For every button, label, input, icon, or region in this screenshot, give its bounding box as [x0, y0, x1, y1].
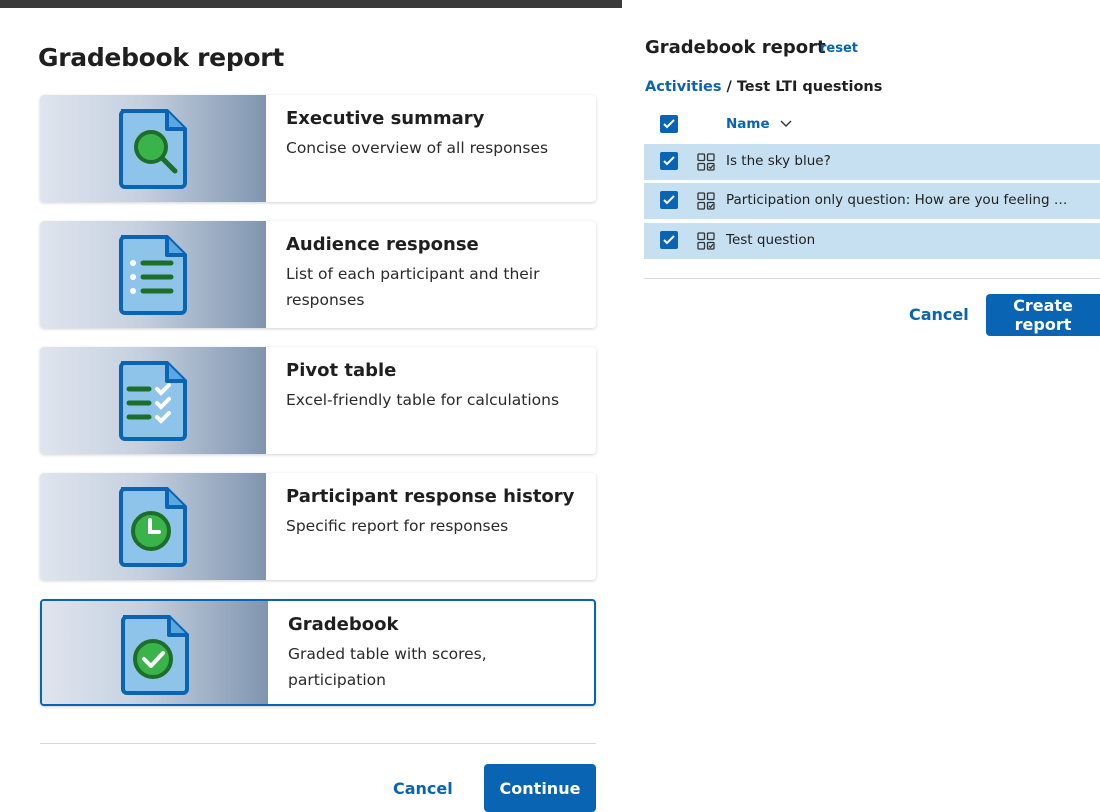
- card-illustration: [40, 473, 266, 580]
- chevron-down-icon: [780, 120, 792, 127]
- breadcrumb-separator: /: [726, 79, 732, 95]
- panel-title: Gradebook report: [645, 37, 826, 58]
- card-description: Excel-friendly table for calculations: [286, 391, 560, 409]
- create-report-button[interactable]: Create report: [986, 294, 1100, 336]
- breadcrumb-current: Test LTI questions: [736, 79, 883, 95]
- table-row[interactable]: Test question: [644, 223, 1100, 259]
- card-description: List of each participant and their respo…: [286, 265, 540, 309]
- card-illustration: [42, 601, 268, 704]
- checkmark-icon: [663, 195, 675, 205]
- list-document-icon: [119, 235, 187, 315]
- continue-button[interactable]: Continue: [484, 764, 596, 812]
- card-participant-response-history[interactable]: Participant response history Specific re…: [40, 473, 596, 580]
- checkmark-icon: [663, 235, 675, 245]
- question-type-icon: [697, 153, 715, 171]
- window-top-bar: [0, 0, 622, 8]
- question-type-icon: [697, 232, 715, 250]
- card-description: Specific report for responses: [286, 517, 509, 535]
- card-title: Audience response: [286, 234, 479, 255]
- select-all-checkbox[interactable]: [660, 115, 678, 133]
- cancel-button[interactable]: Cancel: [393, 779, 453, 798]
- magnifier-document-icon: [119, 109, 187, 189]
- card-title: Executive summary: [286, 108, 485, 129]
- check-document-icon: [121, 615, 189, 695]
- row-checkbox[interactable]: [660, 152, 678, 170]
- dialog-title: Gradebook report: [38, 43, 284, 72]
- clock-document-icon: [119, 487, 187, 567]
- name-column-label: Name: [726, 116, 770, 132]
- question-name: Test question: [726, 232, 816, 248]
- reset-link[interactable]: reset: [820, 41, 858, 56]
- checkmark-icon: [663, 156, 675, 166]
- breadcrumb: Activities / Test LTI questions: [645, 79, 882, 95]
- card-description: Concise overview of all responses: [286, 139, 549, 157]
- question-type-icon: [697, 192, 715, 210]
- cancel-button[interactable]: Cancel: [909, 305, 969, 324]
- card-title: Participant response history: [286, 486, 575, 507]
- card-audience-response[interactable]: Audience response List of each participa…: [40, 221, 596, 328]
- question-name: Is the sky blue?: [726, 153, 831, 169]
- question-name: Participation only question: How are you…: [726, 192, 1068, 208]
- checklist-document-icon: [119, 361, 187, 441]
- card-illustration: [40, 221, 266, 328]
- table-row[interactable]: Participation only question: How are you…: [644, 183, 1100, 219]
- footer-divider: [644, 278, 1100, 279]
- card-gradebook[interactable]: Gradebook Graded table with scores, part…: [40, 599, 596, 706]
- card-title: Gradebook: [288, 614, 399, 635]
- card-title: Pivot table: [286, 360, 397, 381]
- card-executive-summary[interactable]: Executive summary Concise overview of al…: [40, 95, 596, 202]
- checkmark-icon: [663, 119, 675, 129]
- card-description: Graded table with scores, participation: [288, 645, 487, 689]
- breadcrumb-activities-link[interactable]: Activities: [645, 79, 722, 95]
- card-pivot-table[interactable]: Pivot table Excel-friendly table for cal…: [40, 347, 596, 454]
- row-checkbox[interactable]: [660, 191, 678, 209]
- name-column-header[interactable]: Name: [726, 116, 792, 132]
- footer-divider: [40, 743, 596, 744]
- table-row[interactable]: Is the sky blue?: [644, 144, 1100, 180]
- row-checkbox[interactable]: [660, 231, 678, 249]
- report-type-dialog: Gradebook report Executive summary Conci…: [0, 0, 622, 812]
- card-illustration: [40, 95, 266, 202]
- table-header-row: Name: [644, 107, 1100, 143]
- card-illustration: [40, 347, 266, 454]
